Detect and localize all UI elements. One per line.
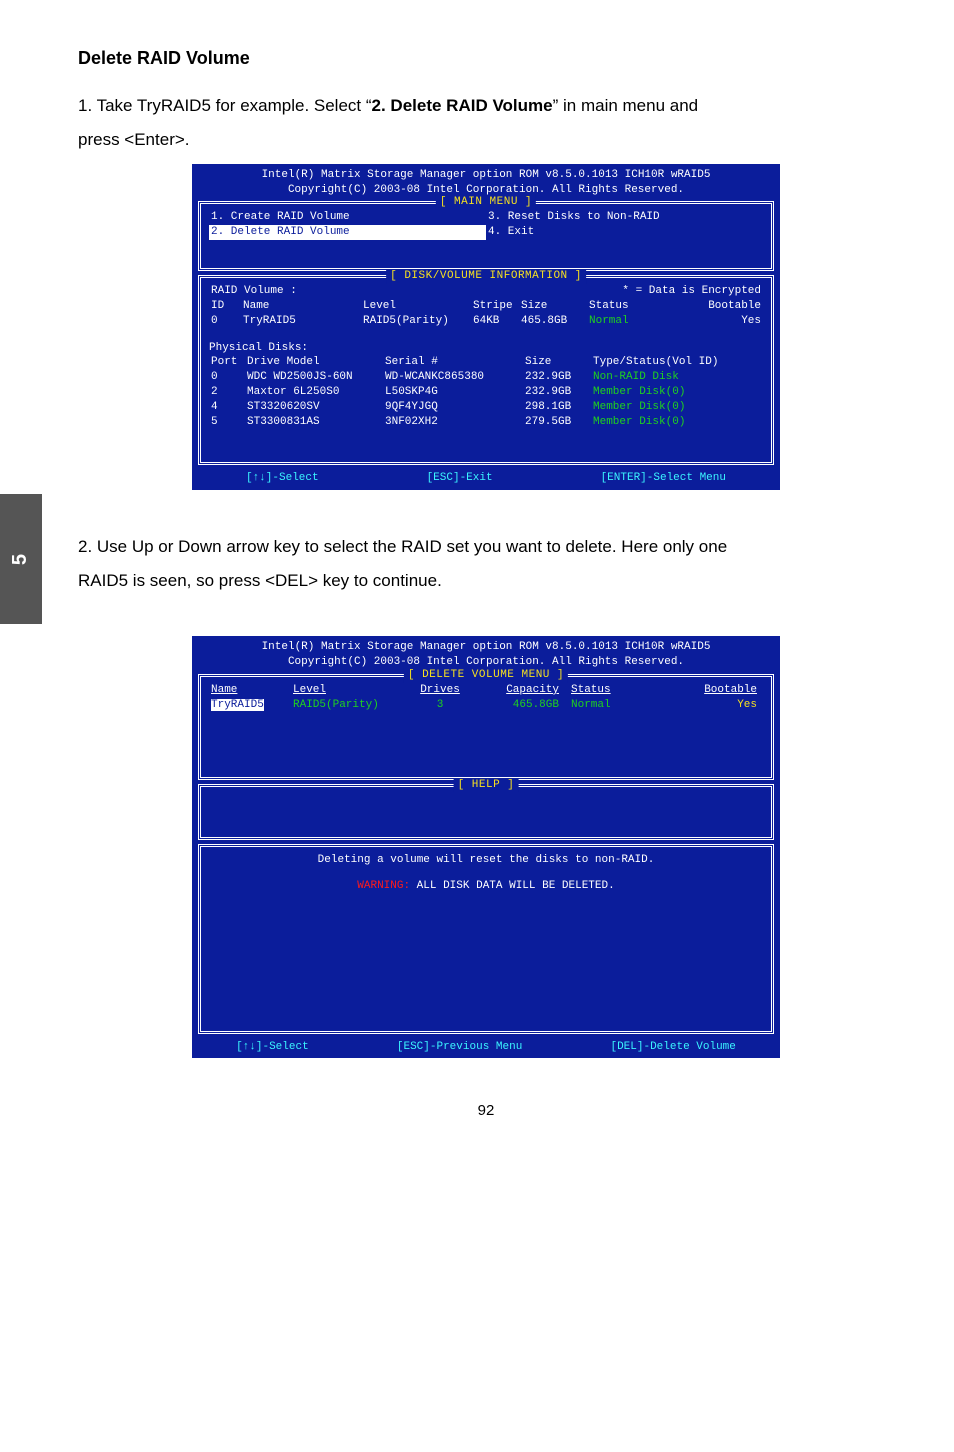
main-menu-box: [ MAIN MENU ] 1. Create RAID Volume 2. D… (198, 201, 774, 271)
menu-item-delete[interactable]: 2. Delete RAID Volume (209, 225, 486, 240)
pd-row: 4 ST3320620SV 9QF4YJGQ 298.1GB Member Di… (209, 400, 763, 415)
delete-menu-headers: Name Level Drives Capacity Status Bootab… (209, 683, 763, 698)
raid-headers: ID Name Level Stripe Size Status Bootabl… (209, 299, 763, 314)
pd-headers: Port Drive Model Serial # Size Type/Stat… (209, 355, 763, 370)
help-title: [ HELP ] (454, 778, 519, 793)
delete-menu-box: [ DELETE VOLUME MENU ] Name Level Drives… (198, 674, 774, 780)
raid-volume-label: RAID Volume : (209, 284, 361, 299)
footer-enter: [ENTER]-Select Menu (601, 471, 726, 486)
disk-info-title: [ DISK/VOLUME INFORMATION ] (386, 269, 586, 284)
raid-row: 0 TryRAID5 RAID5(Parity) 64KB 465.8GB No… (209, 314, 763, 329)
main-menu-title: [ MAIN MENU ] (436, 195, 536, 210)
footer-select: [↑↓]-Select (236, 1040, 309, 1055)
step-1: 1. Take TryRAID5 for example. Select “2.… (78, 93, 894, 119)
delete-menu-row[interactable]: TryRAID5 RAID5(Parity) 3 465.8GB Normal … (209, 698, 763, 713)
menu-item-create[interactable]: 1. Create RAID Volume (209, 210, 486, 225)
bios-footer-2: [↑↓]-Select [ESC]-Previous Menu [DEL]-De… (192, 1038, 780, 1059)
page-number: 92 (78, 1102, 894, 1119)
chapter-tab: 5 (0, 494, 42, 624)
encrypted-note: * = Data is Encrypted (587, 284, 763, 299)
bios-footer-1: [↑↓]-Select [ESC]-Exit [ENTER]-Select Me… (192, 469, 780, 490)
bios-header-line1: Intel(R) Matrix Storage Manager option R… (192, 640, 780, 655)
step-2-cont: RAID5 is seen, so press <DEL> key to con… (78, 568, 894, 594)
bios-delete-menu-screenshot: Intel(R) Matrix Storage Manager option R… (192, 636, 780, 1058)
pd-row: 2 Maxtor 6L250S0 L50SKP4G 232.9GB Member… (209, 385, 763, 400)
help-box: [ HELP ] (198, 784, 774, 840)
footer-select: [↑↓]-Select (246, 471, 319, 486)
physical-disks-label: Physical Disks: (209, 341, 763, 356)
warning-line1: Deleting a volume will reset the disks t… (209, 853, 763, 868)
delete-menu-title: [ DELETE VOLUME MENU ] (404, 668, 568, 683)
footer-exit: [ESC]-Exit (427, 471, 493, 486)
disk-info-box: [ DISK/VOLUME INFORMATION ] RAID Volume … (198, 275, 774, 465)
bios-header-line1: Intel(R) Matrix Storage Manager option R… (192, 168, 780, 183)
menu-item-exit[interactable]: 4. Exit (486, 225, 763, 240)
menu-item-reset[interactable]: 3. Reset Disks to Non-RAID (486, 210, 763, 225)
section-title: Delete RAID Volume (78, 48, 894, 69)
bios-main-menu-screenshot: Intel(R) Matrix Storage Manager option R… (192, 164, 780, 490)
footer-prev: [ESC]-Previous Menu (397, 1040, 522, 1055)
selected-volume-name: TryRAID5 (211, 699, 264, 711)
warning-line2: WARNING: ALL DISK DATA WILL BE DELETED. (209, 879, 763, 894)
footer-delete: [DEL]-Delete Volume (610, 1040, 735, 1055)
warning-box: Deleting a volume will reset the disks t… (198, 844, 774, 1034)
pd-row: 0 WDC WD2500JS-60N WD-WCANKC865380 232.9… (209, 370, 763, 385)
pd-row: 5 ST3300831AS 3NF02XH2 279.5GB Member Di… (209, 415, 763, 430)
step-2: 2. Use Up or Down arrow key to select th… (78, 534, 894, 560)
step-1-cont: press <Enter>. (78, 127, 894, 153)
